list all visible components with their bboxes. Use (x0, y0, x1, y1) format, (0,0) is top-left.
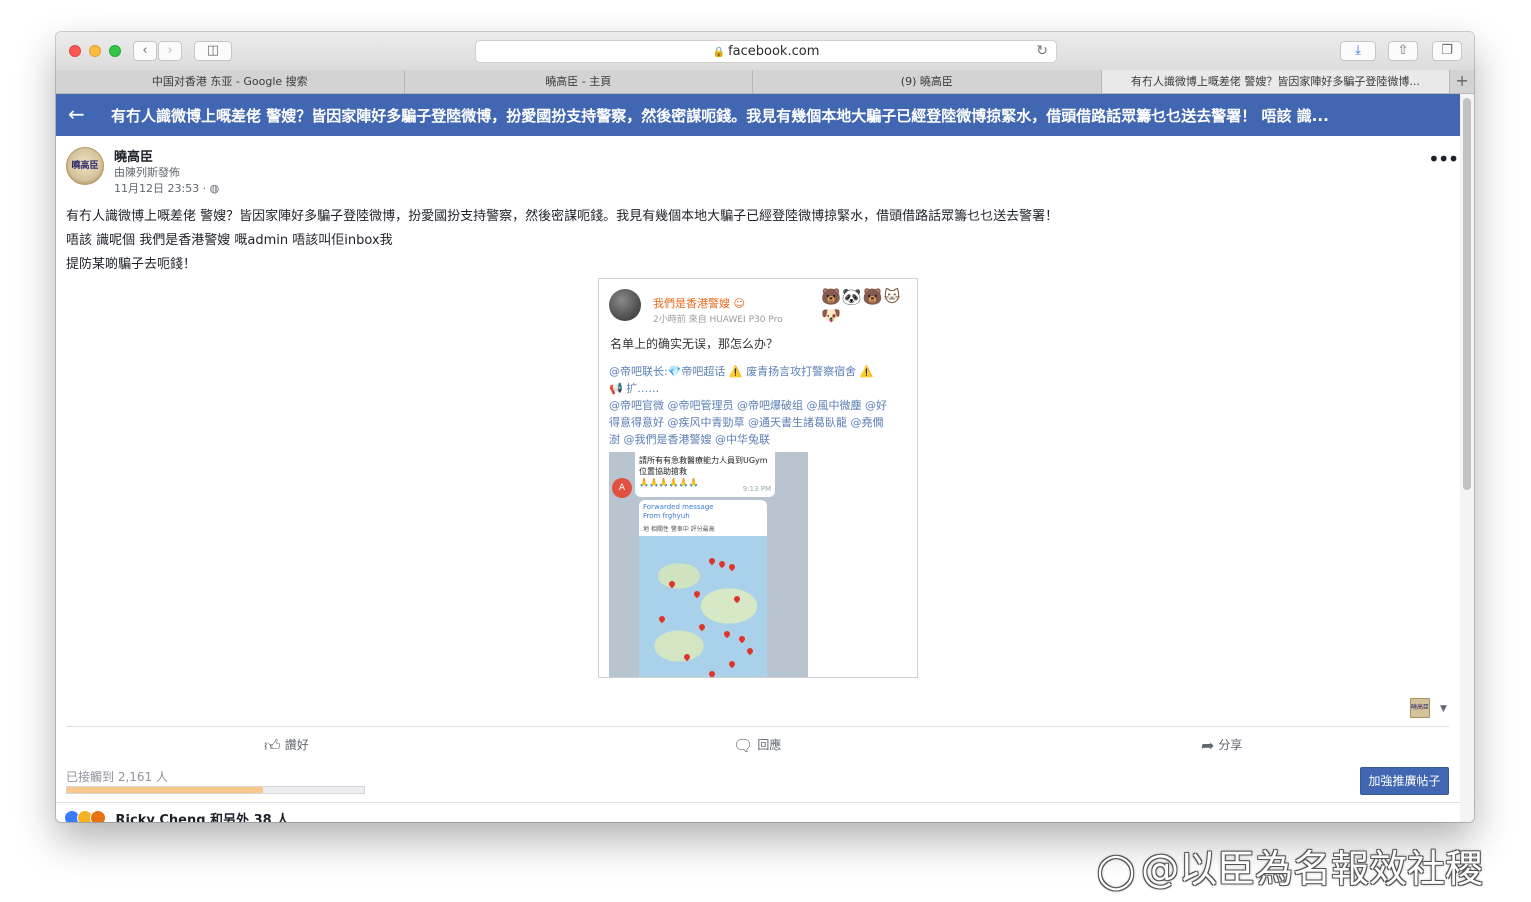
mention-line: @帝吧联长:💎帝吧超话 ⚠️ 废青扬言攻打警察宿舍 ⚠️ (609, 365, 874, 378)
post-image[interactable]: 我們是香港警嫂 ☺ 2小時前 來自 HUAWEI P30 Pro 🐻🐼🐻🐱🐶 名… (598, 278, 918, 678)
title-bar: ‹ › ◫ 🔒 facebook.com ↻ ⤓ ⇧ ❐ (56, 32, 1474, 71)
new-tab-button[interactable]: + (1450, 70, 1474, 93)
share-arrow-icon: ➦ (1201, 736, 1215, 755)
browser-window: ‹ › ◫ 🔒 facebook.com ↻ ⤓ ⇧ ❐ 中国对香港 东亚 - G… (56, 32, 1474, 822)
divider (66, 726, 1449, 727)
weibo-watermark: ◯ @以臣為名報效社稷 (1097, 847, 1484, 891)
tab-bar: 中国对香港 东亚 - Google 搜索 曉高臣 - 主頁 (9) 曉高臣 有冇… (56, 70, 1474, 94)
tabs-overview-icon[interactable]: ❐ (1432, 41, 1462, 61)
post-header-title: 有冇人識微博上嘅差佬 警嫂？皆因家陣好多騙子登陸微博，扮愛國扮支持警察，然後密謀… (111, 107, 1329, 125)
thumbs-up-icon: 👍︎ (264, 736, 281, 755)
lock-icon: 🔒 (712, 47, 726, 58)
url-text: facebook.com (728, 44, 820, 59)
map-pin-icon (732, 594, 742, 604)
reach-progress-fill (67, 787, 264, 793)
share-browser-icon[interactable]: ⇧ (1388, 41, 1418, 61)
page-avatar-small[interactable]: 曉高臣 (1410, 698, 1430, 718)
mention-line: 得意得意好 @疾风中青勁草 @通天書生諸葛臥龍 @堯僩 (609, 416, 884, 429)
post-header-bar: ← 有冇人識微博上嘅差佬 警嫂？皆因家陣好多騙子登陸微博，扮愛國扮支持警察，然後… (56, 94, 1460, 136)
map-pin-icon (727, 562, 737, 572)
scrollbar[interactable] (1460, 94, 1474, 822)
map-pin-icon (697, 622, 707, 632)
map-pin-icon (707, 669, 717, 677)
reload-icon[interactable]: ↻ (1036, 41, 1048, 62)
reactions-summary[interactable]: Ricky Cheng 和另外 38 人 (64, 809, 289, 822)
map-pin-icon (707, 556, 717, 566)
forwarded-card: Forwarded message From frghyuh 地 相關性 警車中 … (639, 500, 767, 677)
address-bar[interactable]: 🔒 facebook.com ↻ (475, 40, 1057, 63)
weibo-mentions: @帝吧联长:💎帝吧超话 ⚠️ 废青扬言攻打警察宿舍 ⚠️ 📢 扩…… @帝吧官微… (609, 363, 909, 448)
map-pin-icon (745, 646, 755, 656)
tab-post[interactable]: 有冇人識微博上嘅差佬 警嫂？皆因家陣好多騙子登陸微博... (1101, 70, 1451, 93)
more-options-icon[interactable]: ••• (1428, 147, 1459, 171)
back-nav-button[interactable]: ‹ (133, 41, 157, 61)
mention-line: 澍 @我們是香港警嫂 @中华兔联 (609, 433, 770, 446)
angry-reaction-icon (90, 810, 106, 822)
like-button[interactable]: 👍︎ 讚好 (264, 736, 309, 756)
map-pin-icon (737, 634, 747, 644)
weibo-meta: 2小時前 來自 HUAWEI P30 Pro (653, 315, 783, 325)
forwarded-label: Forwarded message From frghyuh (643, 503, 714, 520)
weibo-text: 名单上的确实无误，那怎么办？ (610, 337, 779, 351)
close-window-button[interactable] (69, 45, 81, 57)
map-pin-icon (682, 652, 692, 662)
tab-google-search[interactable]: 中国对香港 东亚 - Google 搜索 (56, 70, 405, 93)
map-pin-icon (657, 614, 667, 624)
post-text-line: 唔該 識呢個 我們是香港警嫂 嘅admin 唔該叫佢inbox我 (66, 233, 393, 248)
map-pin-icon (667, 579, 677, 589)
share-button[interactable]: ➦ 分享 (1201, 736, 1242, 755)
tab-page-home[interactable]: 曉高臣 - 主頁 (405, 70, 754, 93)
downloads-icon[interactable]: ⤓ (1340, 41, 1376, 61)
map-pin-icon (692, 589, 702, 599)
forward-nav-button[interactable]: › (158, 41, 182, 61)
map-image (639, 536, 767, 677)
comment-icon: 🗨︎ (733, 736, 754, 755)
map-pin-icon (722, 629, 732, 639)
map-tabs: 地 相關性 警車中 評分最高 (643, 526, 715, 533)
sticker-icons: 🐻🐼🐻🐱🐶 (821, 287, 902, 325)
post-text-line: 有冇人識微博上嘅差佬 警嫂？皆因家陣好多騙子登陸微博，扮愛國扮支持警察，然後密謀… (66, 209, 1059, 224)
map-pin-icon (717, 559, 727, 569)
comment-button[interactable]: 🗨︎ 回應 (733, 736, 781, 755)
chevron-down-icon[interactable]: ▼ (1440, 704, 1447, 714)
tab-page-notifications[interactable]: (9) 曉高臣 (753, 70, 1102, 93)
divider (56, 802, 1460, 803)
sidebar-toggle-button[interactable]: ◫ (194, 41, 232, 61)
minimize-window-button[interactable] (89, 45, 101, 57)
back-arrow-icon[interactable]: ← (68, 102, 85, 126)
post-date[interactable]: 11月12日 23:53 · ◍ (114, 180, 219, 196)
page-avatar[interactable]: 曉高臣 (66, 147, 104, 185)
badge-icon: ☺ (733, 297, 745, 310)
post-author[interactable]: 曉高臣 (114, 146, 153, 165)
weibo-logo-icon: ◯ (1097, 851, 1136, 891)
weibo-avatar (609, 289, 641, 321)
posted-by: 由陳列斯發佈 (114, 166, 180, 179)
mention-line: @帝吧官微 @帝吧管理员 @帝吧爆破组 @風中微塵 @好 (609, 399, 887, 412)
reach-progress-bar (66, 786, 365, 794)
chat-avatar-badge: A (612, 478, 632, 498)
map-pin-icon (727, 659, 737, 669)
chat-bubble: 請所有有急救醫療能力人員到UGym位置協助搶救 🙏🙏🙏🙏🙏🙏 9:13 PM (635, 452, 775, 497)
mention-line: 📢 扩…… (609, 382, 660, 395)
zoom-window-button[interactable] (109, 45, 121, 57)
scrollbar-thumb[interactable] (1463, 98, 1471, 490)
boost-post-button[interactable]: 加強推廣帖子 (1360, 767, 1449, 795)
chat-screenshot: 請所有有急救醫療能力人員到UGym位置協助搶救 🙏🙏🙏🙏🙏🙏 9:13 PM A… (609, 452, 808, 677)
post-text-line: 提防某啲騙子去呃錢！ (66, 257, 197, 272)
reach-label: 已接觸到 2,161 人 (66, 770, 168, 784)
weibo-username: 我們是香港警嫂 ☺ (653, 297, 745, 310)
